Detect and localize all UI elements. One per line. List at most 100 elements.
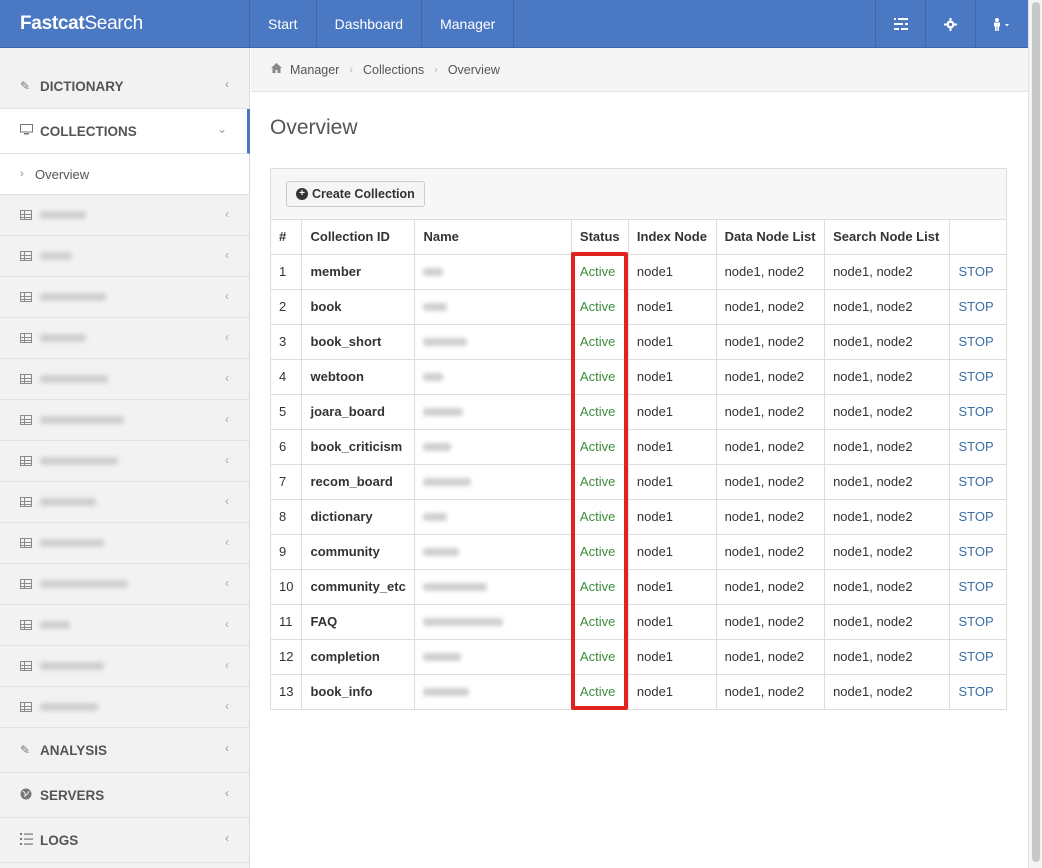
row-num: 3 (271, 323, 303, 359)
header-status: Status (571, 220, 629, 255)
status-active: Active (571, 638, 629, 674)
sidebar-collection-item[interactable]: ‹ (0, 523, 249, 564)
stop-link[interactable]: STOP (949, 393, 1006, 429)
table-row: 6 book_criticism Active node1 node1, node2 no… (271, 428, 1006, 464)
table-icon (20, 659, 40, 674)
search-node-list: node1, node2 (824, 358, 951, 394)
row-num: 13 (271, 673, 303, 709)
sidebar-collection-item[interactable]: ‹ (0, 687, 249, 728)
collection-id: book_info (301, 673, 416, 709)
stop-link[interactable]: STOP (949, 288, 1006, 324)
status-active: Active (571, 253, 629, 289)
page-title: Overview (270, 116, 358, 139)
sidebar-collection-item[interactable]: ‹ (0, 564, 249, 605)
data-node-list: node1, node2 (716, 498, 826, 534)
brand-logo[interactable]: FastcatSearch (0, 0, 250, 48)
chevron-left-icon: ‹ (225, 658, 229, 672)
gear-icon[interactable] (926, 0, 976, 48)
stop-link[interactable]: STOP (949, 253, 1006, 289)
redacted-name (423, 268, 444, 276)
collection-name (414, 253, 572, 289)
index-node: node1 (628, 463, 717, 499)
sidebar-collection-item[interactable]: ‹ (0, 359, 249, 400)
table-row: 3 book_short Active node1 node1, node2 node1,… (271, 323, 1006, 359)
sidebar-item-overview[interactable]: › Overview (0, 154, 249, 195)
sidebar-collection-item[interactable]: ‹ (0, 441, 249, 482)
redacted-name (423, 513, 448, 521)
scrollbar-thumb[interactable] (1032, 2, 1040, 862)
sidebar-collection-item[interactable]: ‹ (0, 646, 249, 687)
status-active: Active (571, 568, 629, 604)
index-node: node1 (628, 253, 717, 289)
index-node: node1 (628, 603, 717, 639)
sidebar-item-dictionary[interactable]: ✎ DICTIONARY ‹ (0, 64, 249, 109)
sidebar-collection-item[interactable]: ‹ (0, 605, 249, 646)
sidebar-item-logs[interactable]: LOGS ‹ (0, 818, 249, 863)
data-node-list: node1, node2 (716, 463, 826, 499)
sidebar-collection-item[interactable]: ‹ (0, 277, 249, 318)
index-node: node1 (628, 673, 717, 709)
collection-name (414, 358, 572, 394)
index-node: node1 (628, 288, 717, 324)
vertical-scrollbar[interactable] (1028, 0, 1042, 868)
stop-link[interactable]: STOP (949, 638, 1006, 674)
stop-link[interactable]: STOP (949, 673, 1006, 709)
table-header-row: # Collection ID Name Status Index Node D… (271, 220, 1006, 255)
stop-link[interactable]: STOP (949, 568, 1006, 604)
collection-id: book (301, 288, 416, 324)
status-active: Active (571, 288, 629, 324)
list-numbered-icon (20, 832, 40, 848)
table-row: 11 FAQ Active node1 node1, node2 node1, node2… (271, 603, 1006, 639)
search-node-list: node1, node2 (824, 393, 951, 429)
globe-icon (20, 788, 40, 803)
sidebar-collection-item[interactable]: ‹ (0, 195, 249, 236)
table-icon (20, 700, 40, 715)
stop-link[interactable]: STOP (949, 463, 1006, 499)
table-body: 1 member Active node1 node1, node2 node1, nod… (271, 253, 1006, 709)
stop-link[interactable]: STOP (949, 358, 1006, 394)
breadcrumb-manager[interactable]: Manager (290, 63, 339, 77)
nav-start[interactable]: Start (250, 0, 317, 48)
header-index-node: Index Node (628, 220, 717, 255)
sidebar-item-analysis[interactable]: ✎ ANALYSIS ‹ (0, 728, 249, 773)
sidebar-collection-item[interactable]: ‹ (0, 482, 249, 523)
nav-dashboard[interactable]: Dashboard (317, 0, 423, 48)
breadcrumb-collections[interactable]: Collections (363, 63, 424, 77)
sidebar-collection-item[interactable]: ‹ (0, 400, 249, 441)
search-node-list: node1, node2 (824, 638, 951, 674)
home-icon[interactable] (271, 63, 282, 76)
status-active: Active (571, 498, 629, 534)
collection-id: recom_board (301, 463, 416, 499)
sidebar-collection-item[interactable]: ‹ (0, 318, 249, 359)
stop-link[interactable]: STOP (949, 603, 1006, 639)
user-icon[interactable] (976, 0, 1028, 48)
sidebar-item-label: SERVERS (40, 787, 105, 803)
create-collection-button[interactable]: + Create Collection (286, 181, 425, 207)
redacted-collection-name (40, 334, 86, 342)
status-active: Active (571, 428, 629, 464)
table-row: 4 webtoon Active node1 node1, node2 node1, no… (271, 358, 1006, 394)
nav-manager[interactable]: Manager (422, 0, 515, 48)
redacted-collection-name (40, 416, 124, 424)
search-node-list: node1, node2 (824, 498, 951, 534)
header-collection-id: Collection ID (301, 220, 416, 255)
row-num: 11 (271, 603, 303, 639)
sidebar-item-collections[interactable]: COLLECTIONS ⌄ (0, 109, 250, 154)
stop-link[interactable]: STOP (949, 498, 1006, 534)
redacted-name (423, 478, 472, 486)
table-icon (20, 577, 40, 592)
search-node-list: node1, node2 (824, 253, 951, 289)
chevron-left-icon: ‹ (225, 576, 229, 590)
stop-link[interactable]: STOP (949, 323, 1006, 359)
status-active: Active (571, 533, 629, 569)
stop-link[interactable]: STOP (949, 533, 1006, 569)
collections-panel: + Create Collection # Collection ID Name… (270, 168, 1007, 710)
sidebar-collection-item[interactable]: ‹ (0, 236, 249, 277)
stop-link[interactable]: STOP (949, 428, 1006, 464)
sidebar-item-label: DICTIONARY (40, 78, 124, 94)
status-active: Active (571, 673, 629, 709)
list-icon[interactable] (876, 0, 926, 48)
sidebar-item-servers[interactable]: SERVERS ‹ (0, 773, 249, 818)
monitor-icon (20, 124, 40, 138)
redacted-name (423, 653, 462, 661)
